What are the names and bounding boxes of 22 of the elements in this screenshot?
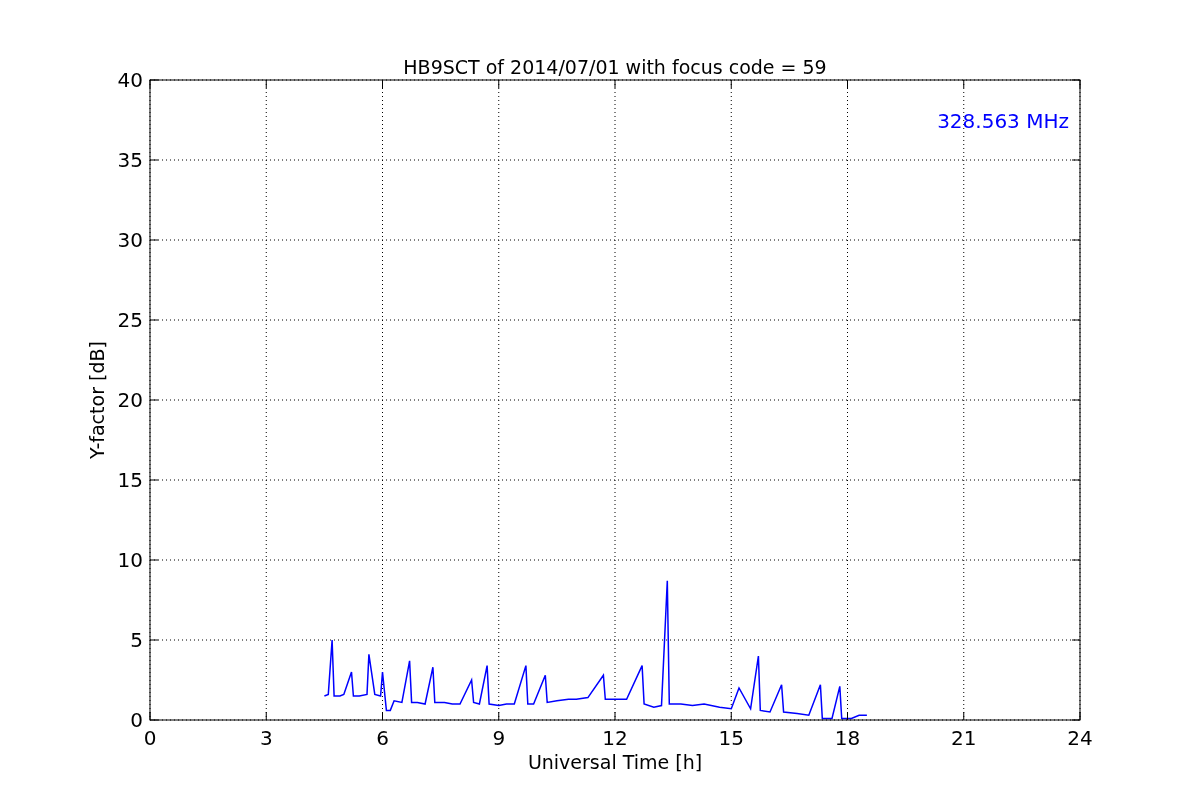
tick-label: 18 [834, 726, 861, 750]
chart-title: HB9SCT of 2014/07/01 with focus code = 59 [403, 56, 827, 78]
tick-label: 15 [718, 726, 744, 750]
tick-label: 20 [117, 388, 143, 412]
series-label: 328.563 MHz [937, 109, 1069, 133]
tick-label: 0 [143, 726, 157, 750]
tick-label: 24 [1067, 726, 1093, 750]
tick-label: 21 [951, 726, 977, 750]
y-axis-label: Y-factor [dB] [86, 341, 108, 459]
x-axis-label: Universal Time [h] [527, 751, 703, 773]
tick-label: 9 [492, 726, 506, 750]
tick-label: 10 [117, 548, 143, 572]
tick-label: 3 [259, 726, 273, 750]
tick-label: 25 [117, 308, 143, 332]
tick-label: 15 [117, 468, 143, 492]
tick-label: 6 [376, 726, 389, 750]
tick-label: 40 [117, 68, 143, 92]
tick-label: 5 [130, 628, 143, 652]
tick-label: 35 [117, 148, 143, 172]
tick-label: 0 [130, 708, 143, 732]
tick-label: 12 [602, 726, 628, 750]
tick-label: 30 [117, 228, 143, 252]
